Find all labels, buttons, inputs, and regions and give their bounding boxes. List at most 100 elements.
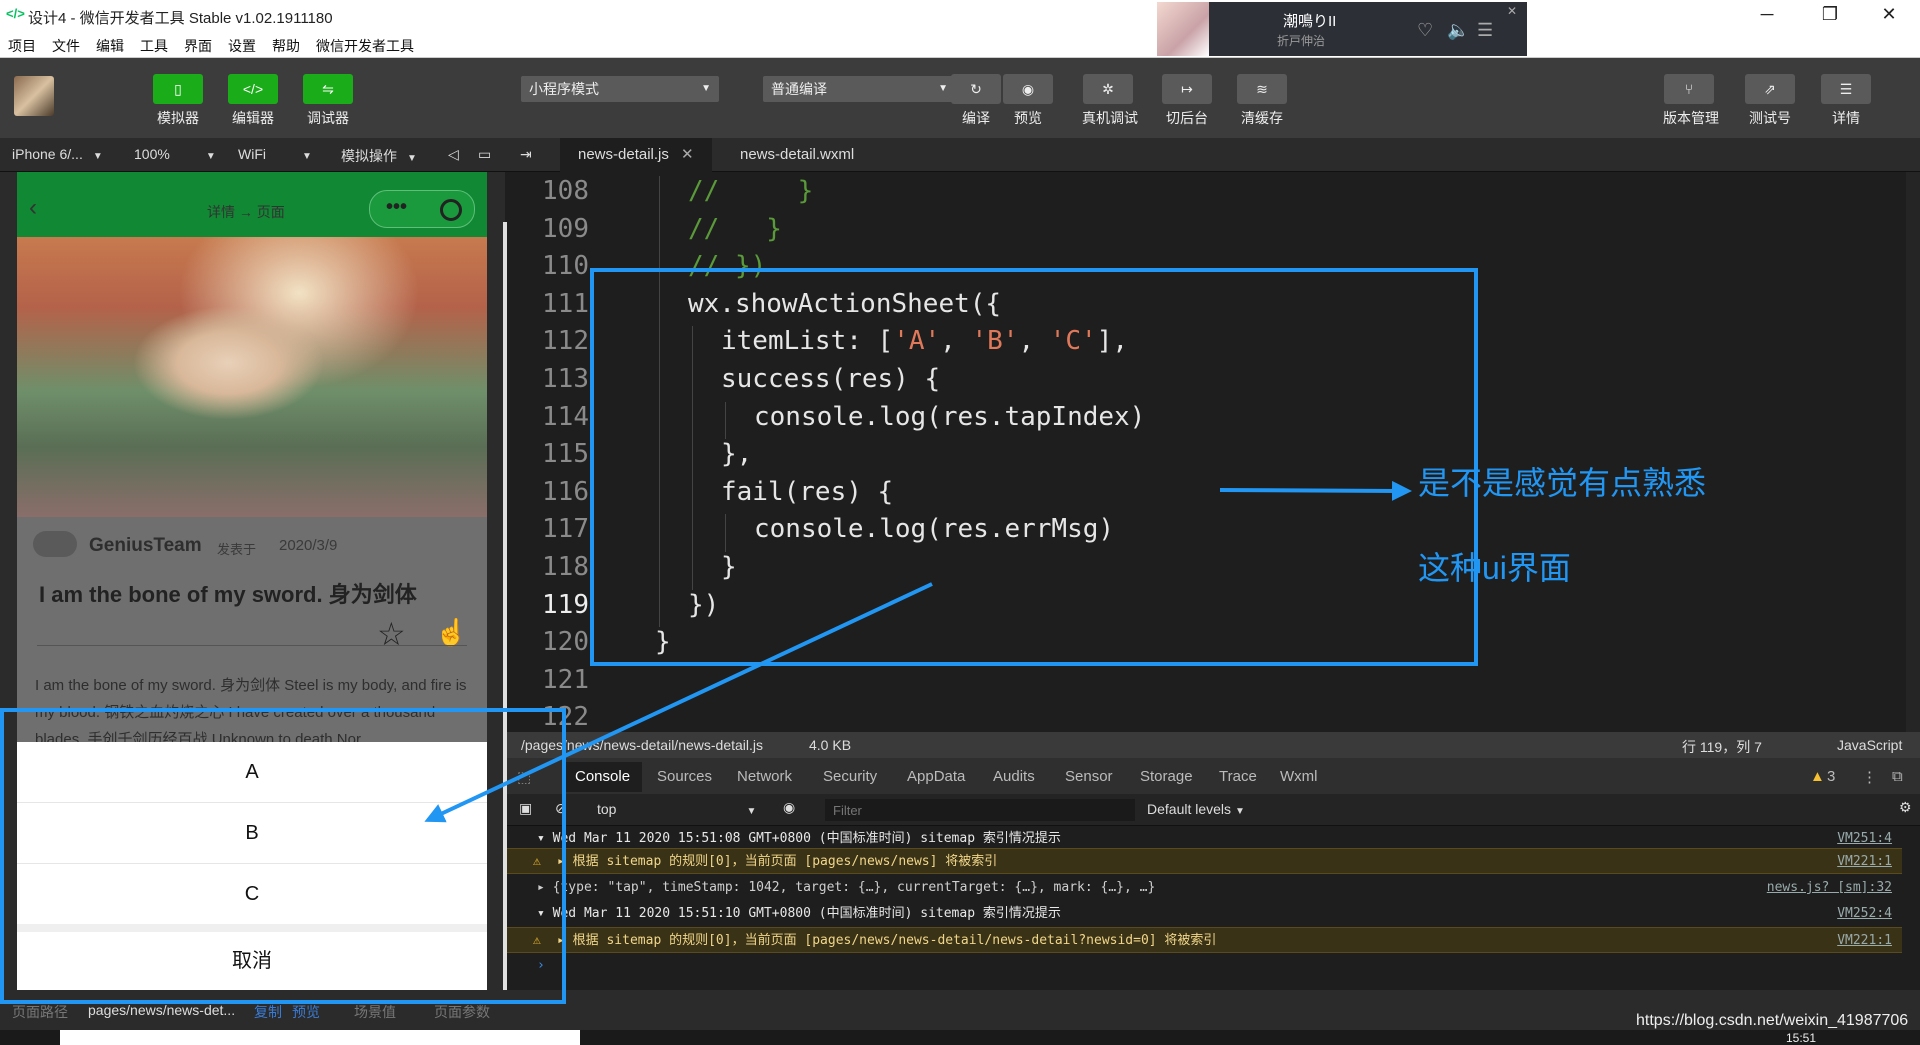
clear-cache-button[interactable]: ≋ 清缓存 <box>1236 74 1288 128</box>
compile-select[interactable]: 普通编译 ▼ <box>763 76 956 102</box>
background-button[interactable]: ↦ 切后台 <box>1161 74 1213 128</box>
hand-icon[interactable]: ☝ <box>435 617 467 648</box>
gear-icon[interactable]: ⚙ <box>1899 799 1912 816</box>
log-levels-value: Default levels <box>1147 801 1232 817</box>
minimize-button[interactable]: ─ <box>1747 4 1787 25</box>
heart-icon[interactable]: ♡ <box>1417 20 1433 41</box>
volume-icon[interactable]: 🔈 <box>1447 20 1469 41</box>
simulator-toggle-button[interactable]: ▯ 模拟器 <box>152 74 204 128</box>
album-art <box>1157 2 1209 56</box>
preview-link[interactable]: 预览 <box>292 1002 320 1022</box>
phone-icon: ▯ <box>153 74 203 104</box>
tab-audits[interactable]: Audits <box>993 768 1035 785</box>
simulate-ops-select[interactable]: 模拟操作 ▼ <box>341 146 417 166</box>
close-icon[interactable]: ✕ <box>1507 4 1517 18</box>
menu-item-edit[interactable]: 编辑 <box>96 36 124 56</box>
console-message: ▾ Wed Mar 11 2020 15:51:08 GMT+0800 (中国标… <box>537 831 1061 846</box>
tab-storage[interactable]: Storage <box>1140 768 1193 785</box>
context-select[interactable]: top ▼ <box>597 801 756 817</box>
console-row[interactable]: › <box>507 953 1902 979</box>
tab-security[interactable]: Security <box>823 768 877 785</box>
chevron-down-icon: ▼ <box>302 151 312 162</box>
tab-wxml[interactable]: Wxml <box>1280 768 1318 785</box>
preview-button[interactable]: ◉ 预览 <box>1002 74 1054 128</box>
console-source-link[interactable]: news.js? [sm]:32 <box>1767 875 1892 901</box>
eye-icon[interactable]: ◉ <box>783 799 795 816</box>
menu-item-project[interactable]: 项目 <box>8 36 36 56</box>
menu-item-view[interactable]: 界面 <box>184 36 212 56</box>
line-number: 109 <box>542 213 589 244</box>
annotation-text-2: 这种ui界面 <box>1418 550 1571 586</box>
console-message: ▸ 根据 sitemap 的规则[0]，当前页面 [pages/news/new… <box>557 933 1217 948</box>
menu-item-settings[interactable]: 设置 <box>228 36 256 56</box>
compile-button[interactable]: ↻ 编译 <box>950 74 1002 128</box>
playlist-icon[interactable]: ☰ <box>1477 20 1493 41</box>
annotation-text-1: 是不是感觉有点熟悉 <box>1418 465 1707 501</box>
test-account-button[interactable]: ⇗ 测试号 <box>1744 74 1796 128</box>
line-number: 120 <box>542 627 589 658</box>
scene-value-label[interactable]: 场景值 <box>354 1002 396 1022</box>
more-icon[interactable]: ••• <box>386 196 407 219</box>
console-output: ▾ Wed Mar 11 2020 15:51:08 GMT+0800 (中国标… <box>507 826 1920 990</box>
tab-news-detail-wxml[interactable]: news-detail.wxml <box>722 138 872 172</box>
simulator-bar: iPhone 6/... ▼ 100% ▼ WiFi ▼ 模拟操作 ▼ ◁ ▭ ⇥ ne… <box>0 138 1920 172</box>
console-row[interactable]: ⚠ ▸ 根据 sitemap 的规则[0]，当前页面 [pages/news/ne… <box>507 927 1902 953</box>
console-source-link[interactable]: VM221:1 <box>1837 849 1892 873</box>
chevron-down-icon: ▼ <box>205 151 216 162</box>
dock-icon[interactable]: ⧉ <box>1892 768 1903 785</box>
sidebar-toggle-icon[interactable]: ⇥ <box>520 146 532 163</box>
mode-select[interactable]: 小程序模式 ▼ <box>521 76 719 102</box>
editor-status-bar: /pages/news/news-detail/news-detail.js 4… <box>507 732 1920 758</box>
page-params-label[interactable]: 页面参数 <box>434 1002 490 1022</box>
network-select[interactable]: WiFi ▼ <box>238 146 312 162</box>
capsule-button[interactable]: ••• <box>369 190 475 228</box>
maximize-button[interactable]: ❐ <box>1810 4 1850 25</box>
console-row[interactable]: ▸ {type: "tap", timeStamp: 1042, target:… <box>507 875 1902 901</box>
popout-icon[interactable]: ▭ <box>478 146 491 163</box>
tab-label: news-detail.js <box>578 146 669 163</box>
menu-item-file[interactable]: 文件 <box>52 36 80 56</box>
star-icon[interactable]: ☆ <box>377 615 406 653</box>
avatar[interactable] <box>14 76 54 116</box>
console-source-link[interactable]: VM252:4 <box>1837 901 1892 927</box>
device-select[interactable]: iPhone 6/... ▼ <box>12 146 103 162</box>
main-toolbar: ▯ 模拟器 </> 编辑器 ⇋ 调试器 小程序模式 ▼ 普通编译 ▼ ↻ 编译 ◉ … <box>0 58 1920 138</box>
console-filter-input[interactable] <box>825 799 1135 821</box>
remote-debug-button[interactable]: ✲ 真机调试 <box>1082 74 1138 128</box>
tab-news-detail-js[interactable]: news-detail.js ✕ <box>560 138 712 172</box>
back-icon[interactable]: ‹ <box>29 194 37 222</box>
console-row[interactable]: ▾ Wed Mar 11 2020 15:51:10 GMT+0800 (中国标… <box>507 901 1902 927</box>
preview-label: 预览 <box>1014 110 1042 126</box>
editor-scrollbar[interactable] <box>1906 172 1920 732</box>
details-button[interactable]: ☰ 详情 <box>1820 74 1872 128</box>
menu-item-tools[interactable]: 工具 <box>140 36 168 56</box>
more-options-icon[interactable]: ⋮ <box>1862 768 1877 786</box>
menu-item-help[interactable]: 帮助 <box>272 36 300 56</box>
tab-console[interactable]: Console <box>563 762 643 792</box>
debugger-toggle-button[interactable]: ⇋ 调试器 <box>302 74 354 128</box>
console-source-link[interactable]: VM221:1 <box>1837 928 1892 952</box>
tab-sensor[interactable]: Sensor <box>1065 768 1113 785</box>
tab-network[interactable]: Network <box>737 768 792 785</box>
music-widget[interactable]: 潮鳴りII 折戸伸治 ♡ 🔈 ☰ ✕ <box>1157 2 1527 56</box>
zoom-select[interactable]: 100% ▼ <box>134 146 216 162</box>
console-row[interactable]: ⚠ ▸ 根据 sitemap 的规则[0]，当前页面 [pages/news/ne… <box>507 848 1902 874</box>
menu-item-wechat-devtools[interactable]: 微信开发者工具 <box>316 36 414 56</box>
warning-count[interactable]: 3 <box>1827 768 1835 785</box>
taskbar-search[interactable] <box>60 1030 580 1045</box>
editor-toggle-button[interactable]: </> 编辑器 <box>227 74 279 128</box>
copy-link[interactable]: 复制 <box>254 1002 282 1022</box>
tab-sources[interactable]: Sources <box>657 768 712 785</box>
close-tab-icon[interactable]: ✕ <box>681 146 694 163</box>
version-button[interactable]: ⑂ 版本管理 <box>1663 74 1719 128</box>
debugger-label: 调试器 <box>307 110 349 126</box>
switch-icon: ↦ <box>1162 74 1212 104</box>
language-mode[interactable]: JavaScript <box>1837 737 1902 753</box>
mute-icon[interactable]: ◁ <box>448 146 459 163</box>
tab-appdata[interactable]: AppData <box>907 768 965 785</box>
close-window-button[interactable]: ✕ <box>1869 4 1909 25</box>
log-levels-select[interactable]: Default levels ▼ <box>1147 801 1245 817</box>
menu-bar: 项目 文件 编辑 工具 界面 设置 帮助 微信开发者工具 <box>0 30 1920 58</box>
tab-trace[interactable]: Trace <box>1219 768 1257 785</box>
close-mini-program-icon[interactable] <box>440 199 462 221</box>
